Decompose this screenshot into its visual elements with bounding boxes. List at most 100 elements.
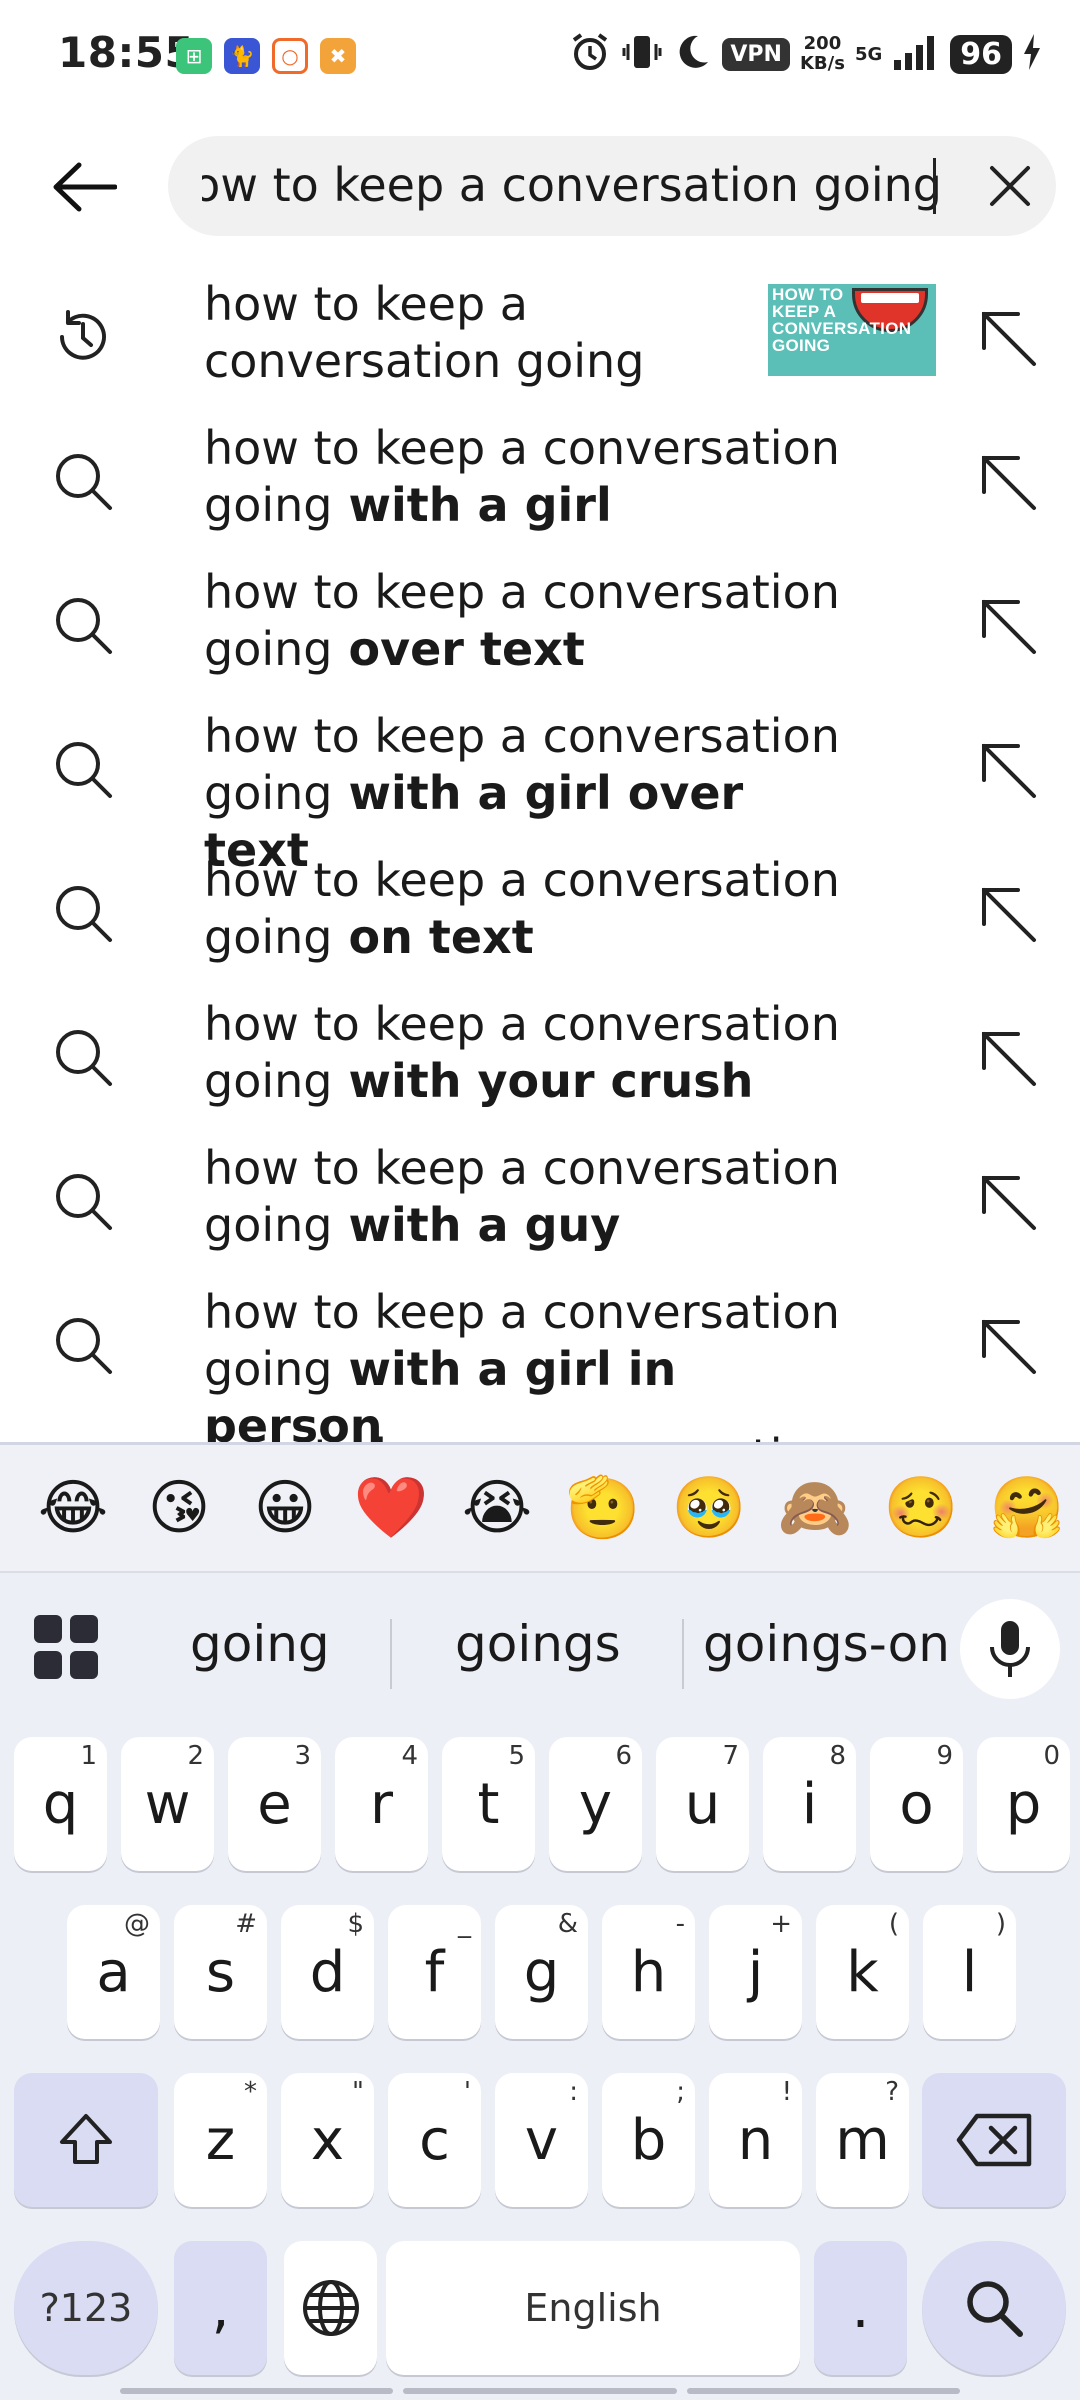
key-label: w — [144, 1771, 191, 1837]
key-m[interactable]: m? — [816, 2073, 909, 2207]
key-n[interactable]: n! — [709, 2073, 802, 2207]
key-e[interactable]: e3 — [228, 1737, 321, 1871]
keyboard-menu-icon[interactable] — [34, 1615, 98, 1679]
emoji-suggestion[interactable]: 🫡 — [550, 1444, 656, 1572]
key-j[interactable]: j + — [709, 1905, 802, 2039]
space-key[interactable]: English — [386, 2241, 800, 2375]
key-k[interactable]: k( — [816, 1905, 909, 2039]
key-q[interactable]: q1 — [14, 1737, 107, 1871]
search-icon — [46, 1308, 120, 1382]
key-hint: 2 — [187, 1741, 204, 1771]
language-key[interactable] — [284, 2241, 377, 2375]
suggestion-item[interactable]: how to keep a conversation going with yo… — [0, 978, 1080, 1122]
network-type: 5G — [854, 43, 883, 65]
candidate-row: going goings goings-on — [0, 1575, 1080, 1707]
battery-level: 96 — [950, 34, 1012, 74]
shift-key[interactable] — [14, 2073, 158, 2207]
emoji-suggestion[interactable]: ❤️ — [338, 1444, 444, 1572]
emoji-comma-key[interactable]: , — [174, 2241, 267, 2375]
fill-query-arrow-icon[interactable] — [968, 586, 1048, 666]
key-hint: ' — [463, 2077, 471, 2107]
key-p[interactable]: p0 — [977, 1737, 1070, 1871]
emoji-suggestion[interactable]: 😀 — [232, 1444, 338, 1572]
key-g[interactable]: g & — [495, 1905, 588, 2039]
search-input[interactable] — [202, 158, 942, 212]
emoji-suggestion[interactable]: 😂 — [20, 1444, 126, 1572]
candidate-2[interactable]: goings — [455, 1615, 621, 1673]
emoji-suggestion[interactable]: 🥹 — [656, 1444, 762, 1572]
key-d[interactable]: d $ — [281, 1905, 374, 2039]
backspace-key[interactable] — [922, 2073, 1066, 2207]
key-o[interactable]: o9 — [870, 1737, 963, 1871]
key-hint: ) — [995, 1909, 1006, 1939]
key-x[interactable]: x " — [281, 2073, 374, 2207]
emoji-suggestion[interactable]: 😭 — [444, 1444, 550, 1572]
symbols-key[interactable]: ?123 — [14, 2241, 158, 2375]
key-label: u — [684, 1771, 721, 1837]
search-icon — [46, 1020, 120, 1094]
suggestion-item[interactable]: how to keep a conversation going with a … — [0, 1122, 1080, 1266]
search-key[interactable] — [922, 2241, 1066, 2375]
key-y[interactable]: y6 — [549, 1737, 642, 1871]
key-u[interactable]: u7 — [656, 1737, 749, 1871]
navigation-handle[interactable] — [120, 2388, 960, 2394]
search-icon — [46, 732, 120, 806]
vpn-badge: VPN — [722, 37, 790, 71]
fill-query-arrow-icon[interactable] — [968, 1162, 1048, 1242]
fill-query-arrow-icon[interactable] — [968, 442, 1048, 522]
key-b[interactable]: b; — [602, 2073, 695, 2207]
voice-input-button[interactable] — [960, 1599, 1060, 1699]
key-r[interactable]: r4 — [335, 1737, 428, 1871]
key-t[interactable]: t5 — [442, 1737, 535, 1871]
suggestion-item[interactable]: how to keep a conversation going — [0, 1410, 1080, 1444]
emoji-suggestion-row: 😂 😘 😀 ❤️ 😭 🫡 🥹 🙈 🥴 🤗 — [0, 1445, 1080, 1573]
clear-button[interactable] — [974, 150, 1046, 222]
suggestion-item[interactable]: how to keep a conversation going on text — [0, 834, 1080, 978]
period-key[interactable]: . — [814, 2241, 907, 2375]
fill-query-arrow-icon[interactable] — [968, 1018, 1048, 1098]
key-label: g — [523, 1939, 560, 2005]
emoji-suggestion[interactable]: 🙈 — [762, 1444, 868, 1572]
key-l[interactable]: l) — [923, 1905, 1016, 2039]
microphone-icon — [990, 1621, 1030, 1677]
emoji-suggestion[interactable]: 🤗 — [974, 1444, 1080, 1572]
key-s[interactable]: s # — [174, 1905, 267, 2039]
key-label: c — [419, 2107, 450, 2173]
suggestion-item[interactable]: how to keep a conversation going with a … — [0, 1266, 1080, 1444]
candidate-3[interactable]: goings-on — [703, 1615, 950, 1673]
back-button[interactable] — [42, 150, 126, 224]
fill-query-arrow-icon[interactable] — [968, 874, 1048, 954]
fill-query-arrow-icon[interactable] — [968, 298, 1048, 378]
app-tools-icon: ✖ — [320, 38, 356, 74]
suggestion-item[interactable]: how to keep a conversation going HOW TO K… — [0, 258, 1080, 402]
key-h[interactable]: h- — [602, 1905, 695, 2039]
key-hint: - — [675, 1909, 685, 1939]
key-label: b — [630, 2107, 667, 2173]
key-w[interactable]: w2 — [121, 1737, 214, 1871]
key-i[interactable]: i8 — [763, 1737, 856, 1871]
suggestion-item[interactable]: how to keep a conversation going over te… — [0, 546, 1080, 690]
suggestion-completion: with a girl — [332, 478, 612, 532]
key-label: d — [309, 1939, 346, 2005]
suggestion-prefix: how to keep a conversation going — [204, 277, 645, 388]
key-f[interactable]: f _ — [388, 1905, 481, 2039]
suggestion-item[interactable]: how to keep a conversation going with a … — [0, 690, 1080, 877]
suggestion-completion: with your crush — [332, 1054, 754, 1108]
fill-query-arrow-icon[interactable] — [968, 1306, 1048, 1386]
fill-query-arrow-icon[interactable] — [968, 730, 1048, 810]
emoji-suggestion[interactable]: 🥴 — [868, 1444, 974, 1572]
suggestion-completion: on text — [332, 910, 534, 964]
search-field[interactable] — [168, 136, 1056, 236]
emoji-suggestion[interactable]: 😘 — [126, 1444, 232, 1572]
key-v[interactable]: v: — [495, 2073, 588, 2207]
suggestion-text: how to keep a conversation going — [204, 276, 724, 390]
dnd-moon-icon — [672, 30, 712, 78]
candidate-1[interactable]: going — [190, 1615, 330, 1673]
suggestion-item[interactable]: how to keep a conversation going with a … — [0, 402, 1080, 546]
search-icon — [46, 1164, 120, 1238]
key-z[interactable]: z * — [174, 2073, 267, 2207]
key-c[interactable]: c ' — [388, 2073, 481, 2207]
key-label: a — [96, 1939, 131, 2005]
key-label: , — [211, 2275, 230, 2341]
key-a[interactable]: a @ — [67, 1905, 160, 2039]
